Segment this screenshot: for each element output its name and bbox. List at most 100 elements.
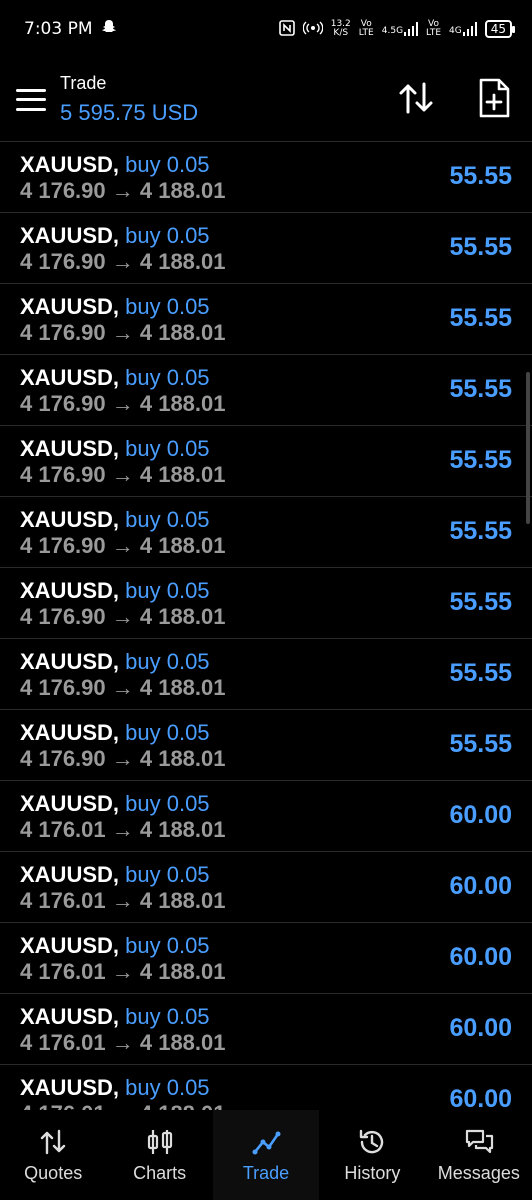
position-symbol: XAUUSD, xyxy=(20,578,120,603)
position-profit: 55.55 xyxy=(449,588,512,616)
position-header: XAUUSD, buy 0.05 xyxy=(20,720,210,746)
nav-trade[interactable]: Trade xyxy=(212,1110,320,1200)
position-row[interactable]: XAUUSD, buy 0.05 4 176.01 → 4 188.01 60.… xyxy=(0,1065,532,1110)
position-prices: 4 176.01 → 4 188.01 xyxy=(20,1101,226,1110)
position-prices: 4 176.01 → 4 188.01 xyxy=(20,888,226,913)
trade-icon xyxy=(252,1131,281,1154)
position-prices: 4 176.90 → 4 188.01 xyxy=(20,675,226,700)
position-row[interactable]: XAUUSD, buy 0.05 4 176.90 → 4 188.01 55.… xyxy=(0,213,532,284)
position-header: XAUUSD, buy 0.05 xyxy=(20,862,210,888)
sort-icon[interactable] xyxy=(396,78,436,118)
nav-messages[interactable]: Messages xyxy=(426,1110,532,1200)
position-side: buy 0.05 xyxy=(125,294,210,319)
position-profit: 55.55 xyxy=(449,730,512,758)
charts-icon xyxy=(147,1129,172,1154)
new-order-icon[interactable] xyxy=(476,76,512,120)
position-row[interactable]: XAUUSD, buy 0.05 4 176.90 → 4 188.01 55.… xyxy=(0,426,532,497)
position-row[interactable]: XAUUSD, buy 0.05 4 176.01 → 4 188.01 60.… xyxy=(0,781,532,852)
nav-quotes-label: Quotes xyxy=(24,1162,83,1183)
position-profit: 55.55 xyxy=(449,304,512,332)
network-gen-1: 4.5G xyxy=(381,26,404,36)
position-header: XAUUSD, buy 0.05 xyxy=(20,649,210,675)
status-bar: 7:03 PM 13.2 K/S Vo LTE 4.5G Vo LTE 4G 4… xyxy=(0,0,532,58)
position-prices: 4 176.90 → 4 188.01 xyxy=(20,391,226,416)
position-profit: 55.55 xyxy=(449,162,512,190)
position-side: buy 0.05 xyxy=(125,223,210,248)
position-prices: 4 176.01 → 4 188.01 xyxy=(20,959,226,984)
battery-level: 45 xyxy=(490,22,506,36)
position-side: buy 0.05 xyxy=(125,1075,210,1100)
volte-2-bottom: LTE xyxy=(426,28,442,38)
app-header: Trade 5 595.75 USD xyxy=(0,58,532,142)
position-symbol: XAUUSD, xyxy=(20,365,120,390)
signal-2-icon: 4G xyxy=(449,22,477,36)
nav-history[interactable]: History xyxy=(319,1110,425,1200)
list-scrollbar[interactable] xyxy=(526,372,530,524)
nfc-icon xyxy=(278,19,295,39)
status-left: 7:03 PM xyxy=(24,19,117,40)
nav-quotes[interactable]: Quotes xyxy=(0,1110,106,1200)
volte-1-bottom: LTE xyxy=(358,28,374,38)
position-symbol: XAUUSD, xyxy=(20,720,120,745)
position-prices: 4 176.90 → 4 188.01 xyxy=(20,178,226,203)
position-side: buy 0.05 xyxy=(125,578,210,603)
position-profit: 55.55 xyxy=(449,446,512,474)
network-speed: 13.2 K/S xyxy=(331,20,351,38)
position-row[interactable]: XAUUSD, buy 0.05 4 176.01 → 4 188.01 60.… xyxy=(0,923,532,994)
position-symbol: XAUUSD, xyxy=(20,294,120,319)
position-row[interactable]: XAUUSD, buy 0.05 4 176.90 → 4 188.01 55.… xyxy=(0,142,532,213)
position-side: buy 0.05 xyxy=(125,507,210,532)
position-symbol: XAUUSD, xyxy=(20,152,120,177)
position-header: XAUUSD, buy 0.05 xyxy=(20,152,210,178)
network-gen-2: 4G xyxy=(449,26,462,36)
position-header: XAUUSD, buy 0.05 xyxy=(20,1075,210,1101)
position-header: XAUUSD, buy 0.05 xyxy=(20,365,210,391)
position-prices: 4 176.90 → 4 188.01 xyxy=(20,320,226,345)
position-profit: 60.00 xyxy=(449,1014,512,1042)
position-row[interactable]: XAUUSD, buy 0.05 4 176.01 → 4 188.01 60.… xyxy=(0,994,532,1065)
nav-charts[interactable]: Charts xyxy=(106,1110,212,1200)
position-symbol: XAUUSD, xyxy=(20,223,120,248)
position-side: buy 0.05 xyxy=(125,791,210,816)
quotes-icon xyxy=(41,1129,66,1154)
position-row[interactable]: XAUUSD, buy 0.05 4 176.90 → 4 188.01 55.… xyxy=(0,710,532,781)
position-profit: 55.55 xyxy=(449,517,512,545)
battery-icon: 45 xyxy=(484,20,516,38)
position-row[interactable]: XAUUSD, buy 0.05 4 176.90 → 4 188.01 55.… xyxy=(0,284,532,355)
position-side: buy 0.05 xyxy=(125,862,210,887)
hotspot-icon xyxy=(302,20,324,39)
menu-icon[interactable] xyxy=(16,88,46,111)
position-header: XAUUSD, buy 0.05 xyxy=(20,223,210,249)
position-prices: 4 176.90 → 4 188.01 xyxy=(20,533,226,558)
position-symbol: XAUUSD, xyxy=(20,933,120,958)
position-side: buy 0.05 xyxy=(125,720,210,745)
position-row[interactable]: XAUUSD, buy 0.05 4 176.90 → 4 188.01 55.… xyxy=(0,568,532,639)
nav-history-label: History xyxy=(344,1162,401,1183)
snapchat-icon xyxy=(101,19,117,40)
position-header: XAUUSD, buy 0.05 xyxy=(20,294,210,320)
position-symbol: XAUUSD, xyxy=(20,649,120,674)
position-row[interactable]: XAUUSD, buy 0.05 4 176.90 → 4 188.01 55.… xyxy=(0,355,532,426)
bottom-nav: Quotes Charts Trade History Messages xyxy=(0,1110,532,1200)
position-symbol: XAUUSD, xyxy=(20,791,120,816)
positions-list[interactable]: XAUUSD, buy 0.05 4 176.90 → 4 188.01 55.… xyxy=(0,142,532,1110)
position-prices: 4 176.01 → 4 188.01 xyxy=(20,1030,226,1055)
position-side: buy 0.05 xyxy=(125,649,210,674)
nav-messages-label: Messages xyxy=(437,1162,520,1183)
position-side: buy 0.05 xyxy=(125,365,210,390)
signal-1-icon: 4.5G xyxy=(381,22,419,36)
messages-icon xyxy=(465,1129,493,1153)
position-header: XAUUSD, buy 0.05 xyxy=(20,791,210,817)
volte-2: Vo LTE xyxy=(426,20,441,38)
position-row[interactable]: XAUUSD, buy 0.05 4 176.01 → 4 188.01 60.… xyxy=(0,852,532,923)
page-title: Trade xyxy=(60,73,107,93)
position-header: XAUUSD, buy 0.05 xyxy=(20,507,210,533)
position-row[interactable]: XAUUSD, buy 0.05 4 176.90 → 4 188.01 55.… xyxy=(0,497,532,568)
position-row[interactable]: XAUUSD, buy 0.05 4 176.90 → 4 188.01 55.… xyxy=(0,639,532,710)
position-symbol: XAUUSD, xyxy=(20,436,120,461)
position-prices: 4 176.01 → 4 188.01 xyxy=(20,817,226,842)
volte-1: Vo LTE xyxy=(359,20,374,38)
position-symbol: XAUUSD, xyxy=(20,862,120,887)
position-side: buy 0.05 xyxy=(125,436,210,461)
position-side: buy 0.05 xyxy=(125,933,210,958)
